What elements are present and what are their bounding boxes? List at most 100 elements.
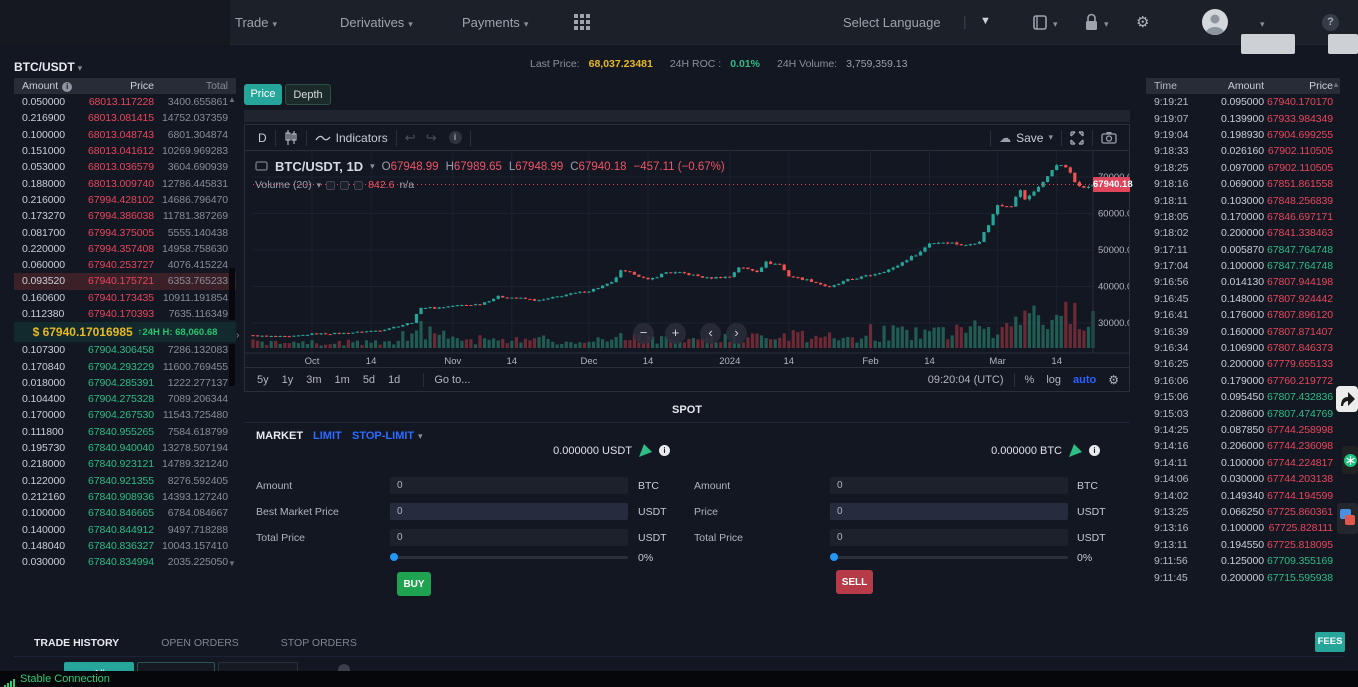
trade-row[interactable]: 9:19:070.13990067933.984349 [1146,110,1340,126]
trade-row[interactable]: 9:18:050.17000067846.697171 [1146,209,1340,225]
trade-row[interactable]: 9:19:040.19893067904.699255 [1146,127,1340,143]
trade-row[interactable]: 9:13:110.19455067725.818095 [1146,537,1340,553]
sell-order-row[interactable]: 0.10000068013.0487436801.304874 [14,127,236,143]
sell-price-input[interactable] [830,503,1068,520]
trade-row[interactable]: 9:11:450.20000067715.595938 [1146,569,1340,585]
trade-row[interactable]: 9:16:450.14800067807.924442 [1146,291,1340,307]
sell-percent-slider[interactable] [830,556,1068,559]
avatar[interactable] [1202,9,1228,35]
apps-grid-icon[interactable] [574,14,592,32]
trade-row[interactable]: 9:18:330.02616067902.110505 [1146,143,1340,159]
goto-button[interactable]: Go to... [434,374,470,386]
sell-order-row[interactable]: 0.21600067994.42810214686.796470 [14,192,236,208]
trade-row[interactable]: 9:16:390.16000067807.871407 [1146,323,1340,339]
clock[interactable]: 09:20:04 (UTC) [928,374,1004,386]
chevron-down-icon[interactable]: ▾ [1053,19,1058,30]
info-icon[interactable]: i [62,82,72,92]
tab-stop-limit[interactable]: STOP-LIMIT [352,430,414,442]
trade-row[interactable]: 9:11:560.12500067709.355169 [1146,553,1340,569]
sell-order-row[interactable]: 0.17327067994.38603811781.387269 [14,208,236,224]
sell-order-row[interactable]: 0.16060067940.17343510911.191854 [14,290,236,306]
buy-order-row[interactable]: 0.21800067840.92312114789.321240 [14,456,236,472]
tab-limit[interactable]: LIMIT [313,430,342,442]
range-3m[interactable]: 3m [306,374,321,386]
trade-row[interactable]: 9:19:210.09500067940.170170 [1146,94,1340,110]
trade-row[interactable]: 9:14:160.20600067744.236098 [1146,438,1340,454]
buy-order-row[interactable]: 0.10440067904.2753287089.206344 [14,391,236,407]
pair-selector[interactable]: BTC/USDT▾ [14,58,82,76]
trade-row[interactable]: 9:14:020.14934067744.194599 [1146,487,1340,503]
buy-order-row[interactable]: 0.11180067840.9552657584.618799 [14,424,236,440]
sell-order-row[interactable]: 0.05000068013.1172283400.655861 [14,94,236,110]
chat-widget-icon[interactable] [1337,503,1358,534]
gear-icon[interactable]: ⚙ [1136,13,1149,31]
trade-row[interactable]: 9:17:110.00587067847.764748 [1146,242,1340,258]
info-icon[interactable]: i [659,445,670,456]
trade-row[interactable]: 9:15:030.20860067807.474769 [1146,405,1340,421]
sell-order-row[interactable]: 0.08170067994.3750055555.140438 [14,224,236,240]
trade-row[interactable]: 9:16:410.17600067807.896120 [1146,307,1340,323]
sell-order-row[interactable]: 0.22000067994.35740814958.758630 [14,241,236,257]
sell-order-row[interactable]: 0.05300068013.0365793604.690939 [14,159,236,175]
help-icon[interactable]: ? [1322,14,1339,31]
buy-total-input[interactable] [390,529,628,546]
buy-order-row[interactable]: 0.12200067840.9213558276.592405 [14,473,236,489]
transfer-cursor-icon[interactable] [1069,444,1082,457]
auto-scale-button[interactable]: auto [1073,374,1096,386]
sell-order-row[interactable]: 0.18800068013.00974012786.445831 [14,175,236,191]
trade-row[interactable]: 9:18:110.10300067848.256839 [1146,192,1340,208]
range-5d[interactable]: 5d [363,374,375,386]
trade-row[interactable]: 9:18:020.20000067841.338463 [1146,225,1340,241]
nav-item-derivatives[interactable]: Derivatives▾ [340,0,413,45]
chart-info-icon[interactable]: i [449,131,462,144]
chevron-down-icon[interactable]: ▾ [317,180,322,191]
scroll-down-icon[interactable]: ▼ [228,560,236,568]
indicators-button[interactable]: Indicators [315,131,388,145]
buy-order-row[interactable]: 0.14000067840.8449129497.718288 [14,521,236,537]
log-scale-button[interactable]: log [1046,374,1061,386]
close-icon[interactable] [354,181,363,190]
trade-row[interactable]: 9:16:560.01413067807.944198 [1146,274,1340,290]
sell-order-row[interactable]: 0.09352067940.1757216353.765233 [14,273,236,289]
trade-row[interactable]: 9:15:060.09545067807.432836 [1146,389,1340,405]
chevron-down-icon[interactable]: ▾ [1260,19,1265,30]
trade-row[interactable]: 9:13:160.10000067725.828111 [1146,520,1340,536]
volume-legend-label[interactable]: Volume (20) [255,179,312,191]
sell-order-row[interactable]: 0.06000067940.2537274076.415224 [14,257,236,273]
info-icon[interactable]: i [1089,445,1100,456]
legend-symbol[interactable]: BTC/USDT, 1D [275,159,363,174]
buy-price-input[interactable] [390,503,628,520]
tab-market[interactable]: MARKET [256,430,303,442]
tab-depth[interactable]: Depth [285,84,331,105]
scroll-right-button[interactable]: › [726,323,747,344]
buy-amount-input[interactable] [390,477,628,494]
sell-order-row[interactable]: 0.21690068013.08141514752.037359 [14,110,236,126]
buy-order-row[interactable]: 0.14804067840.83632710043.157410 [14,538,236,554]
range-5y[interactable]: 5y [257,374,269,386]
tab-stop-orders[interactable]: STOP ORDERS [281,637,357,649]
trade-row[interactable]: 9:14:060.03000067744.203138 [1146,471,1340,487]
trade-row[interactable]: 9:16:060.17900067760.219772 [1146,373,1340,389]
scrollbar[interactable] [229,344,235,386]
tab-trade-history[interactable]: TRADE HISTORY [34,637,119,649]
sell-order-row[interactable]: 0.15100068013.04161210269.969283 [14,143,236,159]
trade-row[interactable]: 9:14:250.08785067744.258998 [1146,422,1340,438]
redo-icon[interactable]: ↪ [426,130,437,146]
transfer-cursor-icon[interactable] [639,444,652,457]
buy-order-row[interactable]: 0.17000067904.26753011543.725480 [14,407,236,423]
language-caret-icon[interactable]: ▼ [980,15,991,27]
sell-order-row[interactable]: 0.11238067940.1703937635.116349 [14,306,236,322]
interval-button[interactable]: D [258,131,267,145]
buy-button[interactable]: BUY [397,572,431,596]
nav-item-trade[interactable]: Trade▾ [235,0,277,45]
trade-row[interactable]: 9:18:250.09700067902.110505 [1146,160,1340,176]
range-1y[interactable]: 1y [282,374,294,386]
assets-lock-icon[interactable] [1084,13,1099,31]
orders-book-icon[interactable] [1033,15,1049,30]
scroll-up-icon[interactable]: ▲ [228,96,236,104]
chevron-down-icon[interactable]: ▾ [418,431,423,442]
sell-button[interactable]: SELL [836,570,873,594]
buy-order-row[interactable]: 0.19573067840.94004013278.507194 [14,440,236,456]
buy-order-row[interactable]: 0.03000067840.8349942035.225050 [14,554,236,570]
slider-handle[interactable] [390,553,398,561]
